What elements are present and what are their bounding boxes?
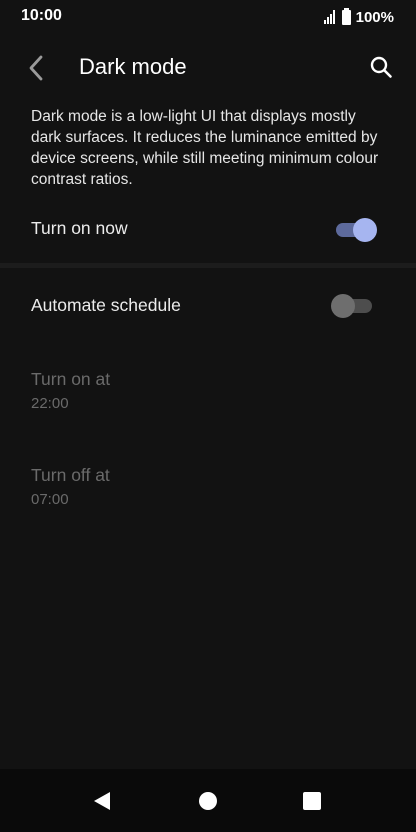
dark-mode-description: Dark mode is a low-light UI that display… [31,108,379,188]
automate-schedule-label: Automate schedule [31,295,181,315]
automate-schedule-row[interactable]: Automate schedule [0,283,416,329]
section-divider [0,263,416,268]
nav-home-button[interactable] [178,769,238,832]
circle-home-icon [199,791,217,810]
screen: 10:00 100% Dark mode Dark mode is a low-… [0,0,416,832]
nav-recents-button[interactable] [282,769,342,832]
turn-off-at-value: 07:00 [31,491,69,508]
turn-off-at-row[interactable]: Turn off at 07:00 [0,456,416,516]
turn-on-at-value: 22:00 [31,395,69,412]
back-button[interactable] [20,50,52,86]
automate-schedule-toggle[interactable] [331,294,372,318]
chevron-left-icon [29,55,43,81]
turn-off-at-label: Turn off at [31,465,110,485]
signal-icon [323,10,336,24]
navigation-bar [0,769,416,832]
battery-percentage: 100% [355,8,394,26]
search-icon [370,56,392,78]
turn-on-now-toggle[interactable] [336,218,377,242]
status-bar: 10:00 100% [0,0,416,34]
turn-on-now-label: Turn on now [31,218,128,238]
page-title: Dark mode [79,54,187,79]
status-time: 10:00 [21,7,62,24]
turn-on-at-label: Turn on at [31,369,111,389]
toggle-thumb [353,218,377,242]
toggle-thumb [331,294,355,318]
turn-on-at-row[interactable]: Turn on at 22:00 [0,360,416,420]
status-icons: 100% [323,7,394,27]
triangle-back-icon [94,791,110,810]
battery-icon [341,7,351,25]
nav-back-button[interactable] [72,769,132,832]
app-bar: Dark mode [0,34,416,102]
turn-on-now-row[interactable]: Turn on now [0,206,416,252]
search-button[interactable] [366,52,396,82]
square-recents-icon [303,791,321,810]
